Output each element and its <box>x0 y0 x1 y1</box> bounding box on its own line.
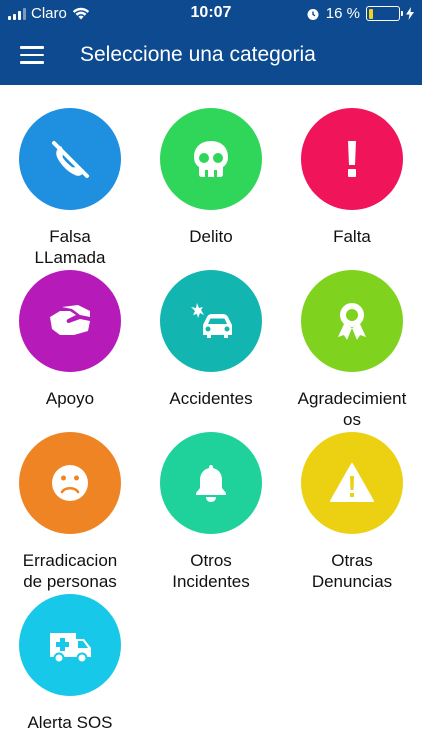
battery-fill <box>368 8 374 19</box>
category-label: Falta <box>333 227 371 246</box>
category-erradicacion-de-personas[interactable]: Erradicacion de personas <box>0 432 140 592</box>
category-accidentes[interactable]: Accidentes <box>141 270 281 409</box>
app-header: Claro 10:07 16 % Seleccione una categori… <box>0 0 422 85</box>
category-delito[interactable]: Delito <box>141 108 281 247</box>
category-alerta-sos[interactable]: Alerta SOS <box>0 594 140 733</box>
category-falsa-llamada[interactable]: Falsa LLamada <box>0 108 140 268</box>
category-falta[interactable]: Falta <box>282 108 422 247</box>
battery-percent: 16 % <box>325 5 360 22</box>
category-otros-incidentes[interactable]: Otros Incidentes <box>141 432 281 592</box>
award-ribbon-icon <box>338 303 366 340</box>
category-apoyo[interactable]: Apoyo <box>0 270 140 409</box>
category-otras-denuncias[interactable]: Otras Denuncias <box>282 432 422 592</box>
category-label: Erradicacion de personas <box>22 551 118 591</box>
status-right: 16 % <box>306 5 414 22</box>
exclamation-icon <box>348 141 356 177</box>
car-crash-icon <box>191 303 232 338</box>
category-circle <box>301 108 403 210</box>
category-circle <box>19 270 121 372</box>
warning-icon <box>330 463 374 502</box>
category-label: Otros Incidentes <box>172 551 250 591</box>
category-label: Apoyo <box>45 389 95 408</box>
category-label: Falsa LLamada <box>34 227 106 267</box>
hamburger-icon <box>20 46 44 49</box>
category-label: Delito <box>189 227 233 246</box>
alarm-icon <box>307 8 319 20</box>
category-circle <box>160 432 262 534</box>
category-circle <box>160 108 262 210</box>
category-label: Agradecimientos <box>297 389 407 429</box>
category-circle <box>19 594 121 696</box>
phone-cancel-icon <box>52 141 89 178</box>
category-circle <box>301 270 403 372</box>
bell-icon <box>196 465 226 502</box>
category-label: Accidentes <box>169 389 253 408</box>
category-circle <box>19 108 121 210</box>
battery-icon <box>366 6 403 21</box>
ambulance-icon <box>50 633 91 664</box>
menu-button[interactable] <box>20 46 44 64</box>
skull-icon <box>194 141 228 177</box>
charging-bolt-icon <box>406 7 414 20</box>
handshake-icon <box>50 305 90 335</box>
category-circle <box>19 432 121 534</box>
page-title: Seleccione una categoria <box>80 43 316 66</box>
category-agradecimientos[interactable]: Agradecimientos <box>282 270 422 430</box>
status-bar: Claro 10:07 16 % <box>0 0 422 28</box>
category-label: Alerta SOS <box>27 713 113 732</box>
category-circle <box>160 270 262 372</box>
sad-face-icon <box>52 465 88 501</box>
category-circle <box>301 432 403 534</box>
category-label: Otras Denuncias <box>311 551 393 591</box>
